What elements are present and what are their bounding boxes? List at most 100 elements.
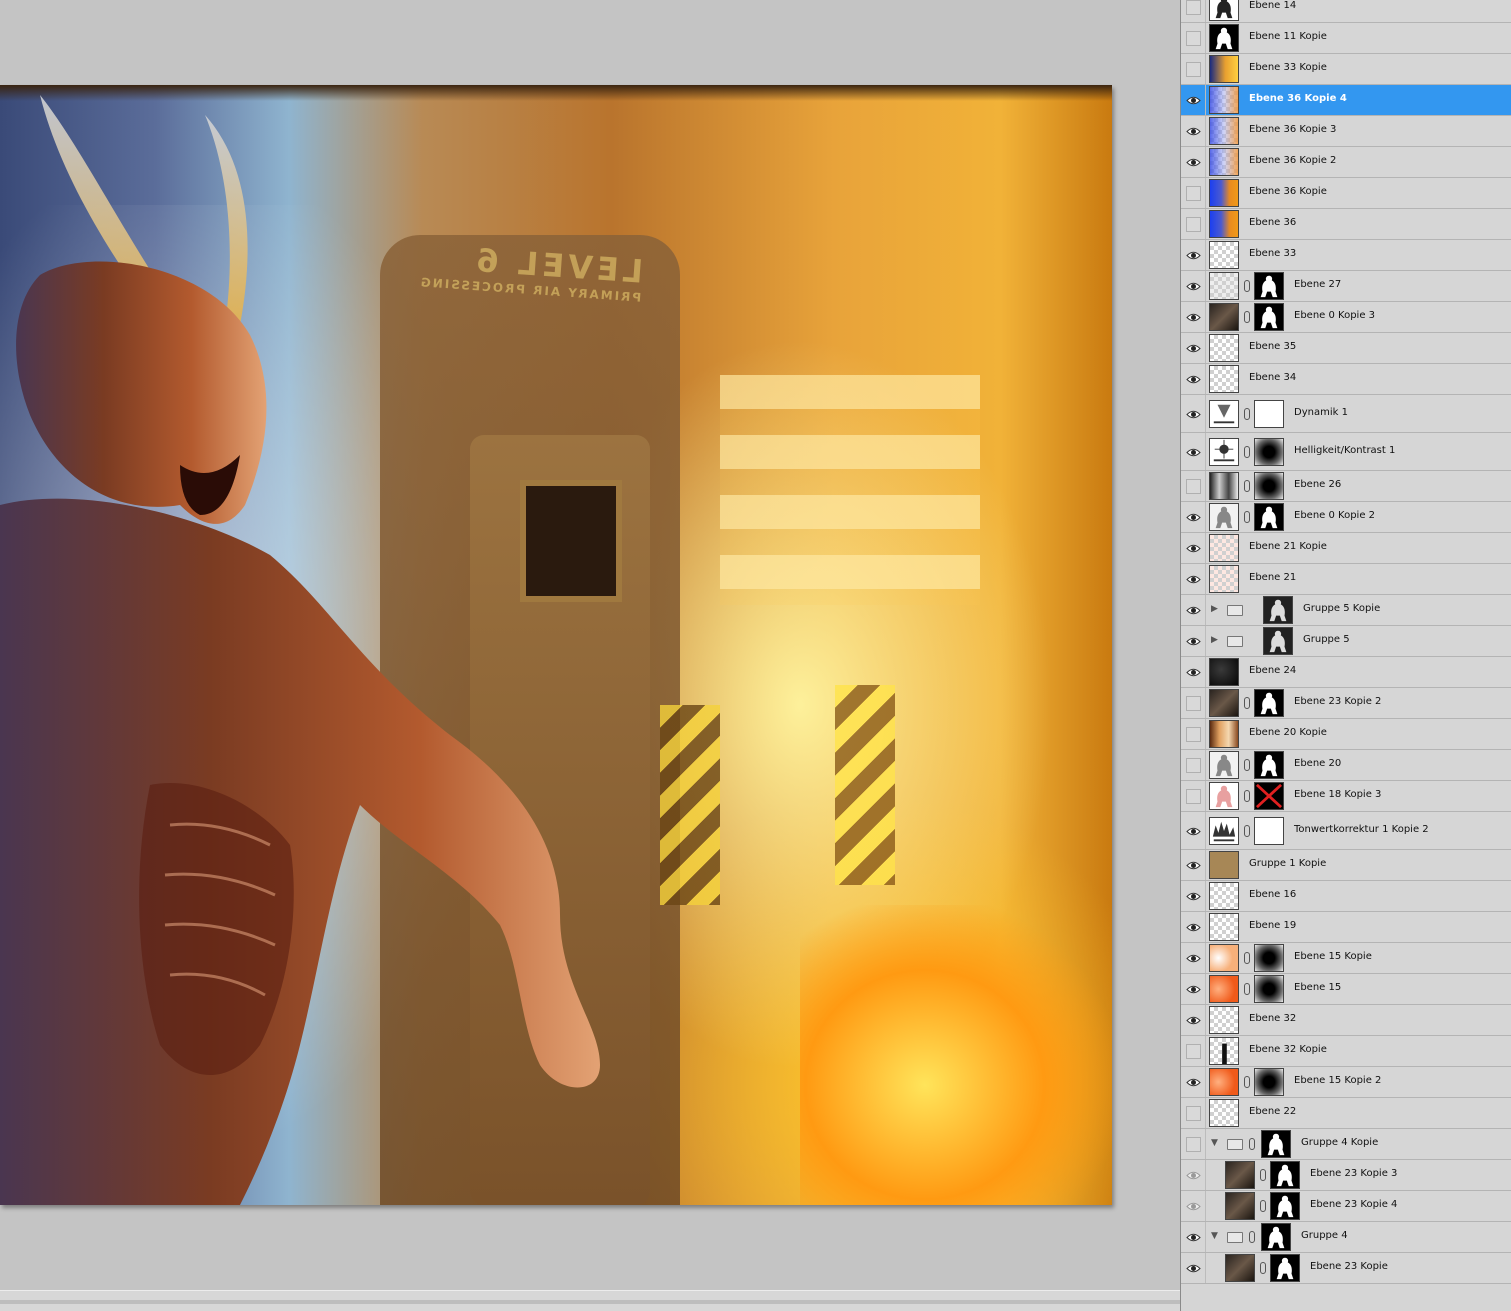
layer-row[interactable]: Ebene 0 Kopie 3 (1181, 302, 1511, 333)
layer-thumbnail[interactable] (1209, 565, 1239, 593)
scrollbar-track[interactable] (0, 1300, 1180, 1304)
layer-name[interactable]: Ebene 14 (1249, 0, 1296, 11)
link-chain-icon[interactable] (1244, 480, 1250, 492)
layer-name[interactable]: Helligkeit/Kontrast 1 (1294, 445, 1395, 456)
layer-thumbnail[interactable] (1209, 1068, 1239, 1096)
layer-row[interactable]: Ebene 21 (1181, 564, 1511, 595)
layer-name[interactable]: Ebene 24 (1249, 665, 1296, 676)
visibility-eye-icon[interactable] (1186, 982, 1201, 997)
layer-mask-thumbnail[interactable] (1254, 472, 1284, 500)
layer-thumbnail[interactable] (1209, 751, 1239, 779)
visibility-eye-icon[interactable] (1186, 1168, 1201, 1183)
layer-row[interactable]: Ebene 34 (1181, 364, 1511, 395)
layer-name[interactable]: Ebene 33 (1249, 248, 1296, 259)
layer-thumbnail[interactable] (1209, 1037, 1239, 1065)
layer-name[interactable]: Ebene 23 Kopie 3 (1310, 1168, 1397, 1179)
link-chain-icon[interactable] (1244, 408, 1250, 420)
layer-thumbnail[interactable] (1209, 148, 1239, 176)
layer-thumbnail[interactable] (1209, 400, 1239, 428)
visibility-toggle-empty[interactable] (1186, 1137, 1201, 1152)
visibility-eye-icon[interactable] (1186, 93, 1201, 108)
expand-arrow-right-icon[interactable]: ▶ (1211, 604, 1218, 614)
layer-name[interactable]: Ebene 0 Kopie 2 (1294, 510, 1375, 521)
visibility-eye-icon[interactable] (1186, 603, 1201, 618)
visibility-eye-icon[interactable] (1186, 920, 1201, 935)
layer-row[interactable]: Ebene 21 Kopie (1181, 533, 1511, 564)
visibility-toggle-empty[interactable] (1186, 0, 1201, 15)
visibility-toggle-empty[interactable] (1186, 1044, 1201, 1059)
layer-row[interactable]: Ebene 36 Kopie 2 (1181, 147, 1511, 178)
layer-name[interactable]: Ebene 23 Kopie 4 (1310, 1199, 1397, 1210)
layer-row[interactable]: Ebene 27 (1181, 271, 1511, 302)
layer-row[interactable]: Ebene 33 Kopie (1181, 54, 1511, 85)
layer-row[interactable]: Ebene 23 Kopie 2 (1181, 688, 1511, 719)
layer-thumbnail[interactable] (1209, 86, 1239, 114)
layer-mask-thumbnail[interactable] (1263, 596, 1293, 624)
layer-thumbnail[interactable] (1209, 689, 1239, 717)
layer-thumbnail[interactable] (1209, 851, 1239, 879)
link-chain-icon[interactable] (1244, 983, 1250, 995)
layer-row[interactable]: Ebene 36 Kopie 4 (1181, 85, 1511, 116)
visibility-eye-icon[interactable] (1186, 510, 1201, 525)
layer-mask-thumbnail[interactable] (1254, 400, 1284, 428)
visibility-toggle-empty[interactable] (1186, 31, 1201, 46)
layer-thumbnail[interactable] (1209, 913, 1239, 941)
visibility-eye-icon[interactable] (1186, 951, 1201, 966)
layer-name[interactable]: Ebene 15 Kopie 2 (1294, 1075, 1381, 1086)
layer-mask-thumbnail[interactable] (1254, 751, 1284, 779)
layer-thumbnail[interactable] (1209, 117, 1239, 145)
layer-name[interactable]: Ebene 21 (1249, 572, 1296, 583)
layer-name[interactable]: Ebene 32 (1249, 1013, 1296, 1024)
layer-thumbnail[interactable] (1225, 1254, 1255, 1282)
link-chain-icon[interactable] (1244, 825, 1250, 837)
layer-row[interactable]: Ebene 16 (1181, 881, 1511, 912)
layer-mask-thumbnail[interactable] (1254, 272, 1284, 300)
layer-thumbnail[interactable] (1209, 882, 1239, 910)
layer-name[interactable]: Ebene 20 (1294, 758, 1341, 769)
layer-row[interactable]: Ebene 0 Kopie 2 (1181, 502, 1511, 533)
visibility-eye-icon[interactable] (1186, 279, 1201, 294)
link-chain-icon[interactable] (1244, 511, 1250, 523)
layer-name[interactable]: Ebene 36 Kopie 4 (1249, 93, 1347, 104)
visibility-eye-icon[interactable] (1186, 665, 1201, 680)
visibility-eye-icon[interactable] (1186, 407, 1201, 422)
layer-row[interactable]: Ebene 15 Kopie 2 (1181, 1067, 1511, 1098)
link-chain-icon[interactable] (1260, 1200, 1266, 1212)
horizontal-scrollbar[interactable] (0, 1290, 1180, 1311)
link-chain-icon[interactable] (1244, 952, 1250, 964)
layer-name[interactable]: Ebene 33 Kopie (1249, 62, 1327, 73)
visibility-eye-icon[interactable] (1186, 858, 1201, 873)
layer-mask-thumbnail[interactable] (1270, 1161, 1300, 1189)
layer-thumbnail[interactable] (1209, 782, 1239, 810)
expand-arrow-down-icon[interactable]: ▼ (1211, 1138, 1218, 1148)
layers-panel[interactable]: Ebene 14 Ebene 11 Kopie Ebene 33 Kopie Eben… (1180, 0, 1511, 1311)
layer-thumbnail[interactable] (1225, 1161, 1255, 1189)
layer-row[interactable]: Gruppe 1 Kopie (1181, 850, 1511, 881)
layer-name[interactable]: Gruppe 5 Kopie (1303, 603, 1380, 614)
layer-name[interactable]: Ebene 11 Kopie (1249, 31, 1327, 42)
visibility-eye-icon[interactable] (1186, 889, 1201, 904)
visibility-toggle-empty[interactable] (1186, 696, 1201, 711)
layer-row[interactable]: Ebene 19 (1181, 912, 1511, 943)
layer-row[interactable]: Ebene 36 Kopie (1181, 178, 1511, 209)
link-chain-icon[interactable] (1249, 1138, 1255, 1150)
layer-row[interactable]: Ebene 22 (1181, 1098, 1511, 1129)
layer-name[interactable]: Ebene 20 Kopie (1249, 727, 1327, 738)
visibility-eye-icon[interactable] (1186, 310, 1201, 325)
layer-row[interactable]: ▶ Gruppe 5 (1181, 626, 1511, 657)
visibility-eye-icon[interactable] (1186, 445, 1201, 460)
layer-row[interactable]: Ebene 36 (1181, 209, 1511, 240)
visibility-eye-icon[interactable] (1186, 1199, 1201, 1214)
layer-row[interactable]: Helligkeit/Kontrast 1 (1181, 433, 1511, 471)
layer-row[interactable]: Ebene 20 (1181, 750, 1511, 781)
visibility-toggle-empty[interactable] (1186, 758, 1201, 773)
layer-row[interactable]: Ebene 35 (1181, 333, 1511, 364)
layer-mask-thumbnail[interactable] (1254, 782, 1284, 810)
layer-name[interactable]: Ebene 27 (1294, 279, 1341, 290)
layer-name[interactable]: Dynamik 1 (1294, 407, 1348, 418)
visibility-eye-icon[interactable] (1186, 824, 1201, 839)
layer-name[interactable]: Ebene 22 (1249, 1106, 1296, 1117)
visibility-eye-icon[interactable] (1186, 124, 1201, 139)
layer-thumbnail[interactable] (1209, 365, 1239, 393)
layer-thumbnail[interactable] (1209, 179, 1239, 207)
